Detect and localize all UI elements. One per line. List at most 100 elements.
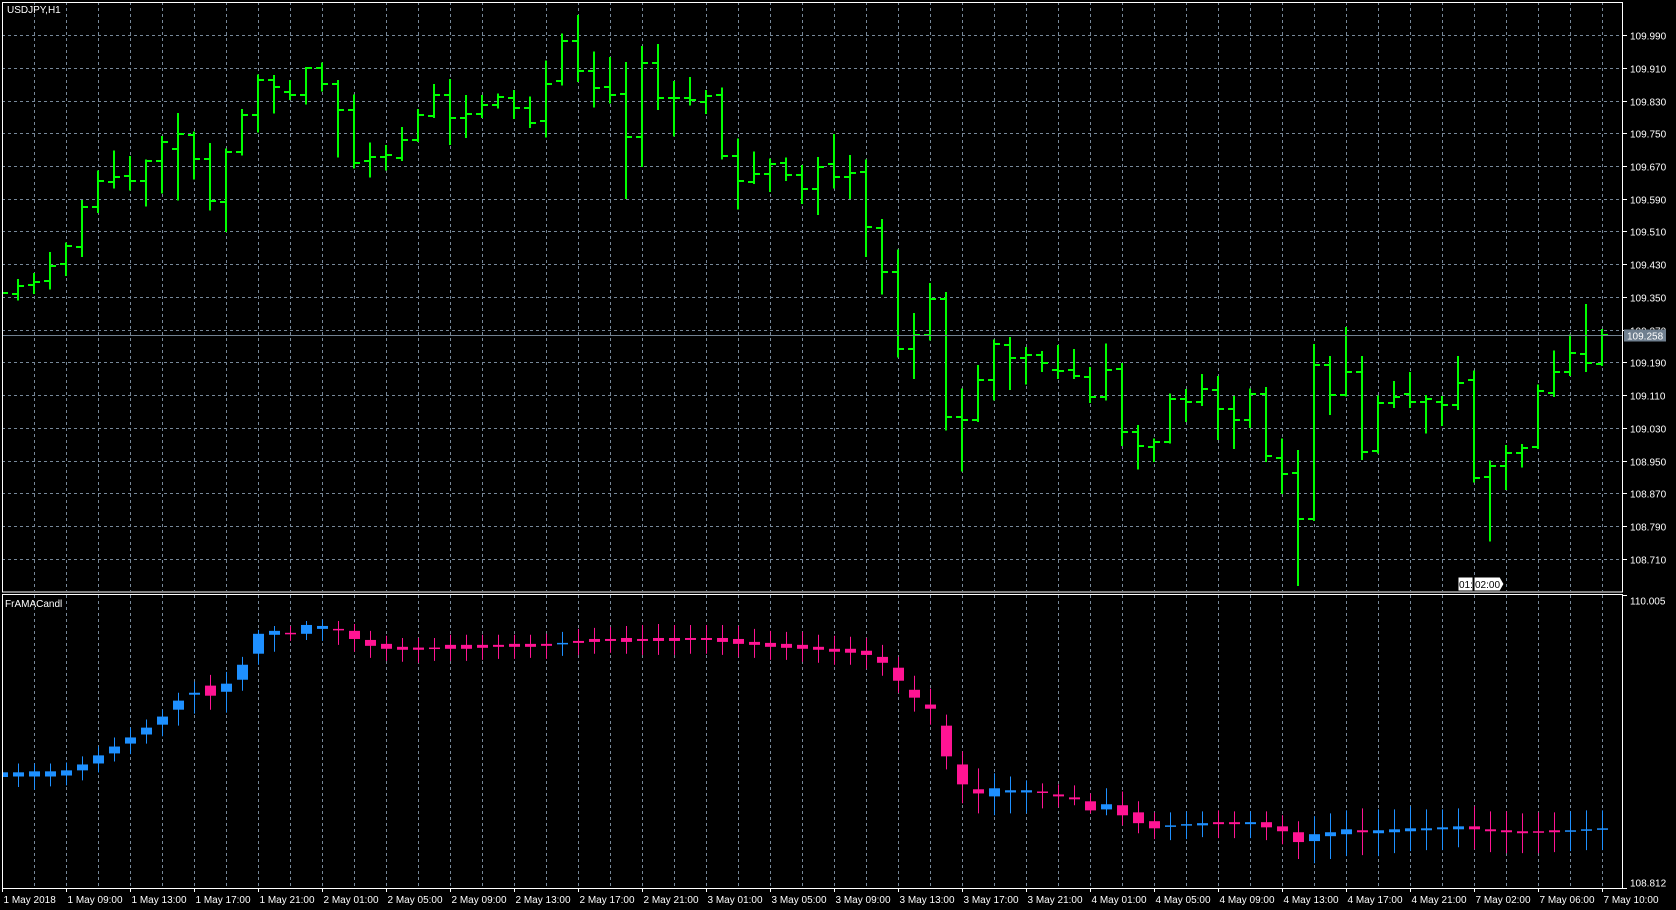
candle-up: [1597, 810, 1608, 851]
candle-up: [109, 737, 120, 762]
candle-body: [1341, 829, 1352, 835]
candle-body: [1085, 801, 1096, 811]
candle-up: [45, 763, 56, 787]
price-axis-label: 108.950: [1630, 458, 1667, 469]
ohlc-bar: [268, 75, 280, 114]
candle-body: [1501, 830, 1512, 833]
candle-body: [1197, 823, 1208, 826]
candle-body: [221, 683, 232, 692]
candle-down: [717, 624, 728, 655]
candle-down: [573, 628, 584, 655]
price-axis-label: 109.350: [1630, 294, 1667, 305]
candle-up: [1373, 809, 1384, 857]
candle-up: [237, 656, 248, 691]
candle-up: [1405, 806, 1416, 852]
candle-body: [125, 737, 136, 744]
ohlc-bar: [332, 79, 344, 158]
candle-down: [1229, 811, 1240, 839]
ohlc-bar: [908, 313, 920, 379]
indicator-panel-frame[interactable]: [2, 594, 1623, 889]
ohlc-bar: [108, 150, 120, 189]
ohlc-bar: [604, 57, 616, 104]
candle-body: [1101, 804, 1112, 810]
candle-down: [701, 624, 712, 654]
candle-down: [349, 623, 360, 652]
candle-body: [93, 755, 104, 764]
ohlc-bar: [940, 292, 952, 431]
candle-down: [445, 634, 456, 661]
candle-up: [1389, 809, 1400, 854]
ohlc-bar: [300, 66, 312, 105]
time-axis-label: 3 May 01:00: [708, 895, 763, 906]
candle-body: [397, 646, 408, 650]
candle-body: [717, 637, 728, 642]
current-price-badge: 109.258: [1624, 329, 1666, 343]
ohlc-bar: [1148, 438, 1160, 462]
candle-down: [781, 631, 792, 660]
ohlc-bar: [540, 60, 552, 138]
time-axis-label: 4 May 01:00: [1092, 895, 1147, 906]
candle-body: [173, 700, 184, 710]
candle-down: [861, 637, 872, 669]
ohlc-bar: [412, 108, 424, 143]
candle-down: [1469, 806, 1480, 850]
candle-down: [381, 635, 392, 661]
candle-body: [1293, 832, 1304, 843]
candle-body: [253, 633, 264, 654]
candle-body: [509, 643, 520, 647]
candle-down: [1261, 811, 1272, 841]
candle-down: [813, 634, 824, 663]
candle-up: [1005, 776, 1016, 814]
ohlc-bar: [796, 165, 808, 204]
candle-body: [301, 624, 312, 634]
candle-down: [1501, 811, 1512, 854]
price-axis-label: 109.110: [1630, 392, 1666, 403]
ohlc-bar: [1276, 438, 1288, 494]
indicator-axis-label: 110.005: [1630, 597, 1666, 608]
time-axis-label: 1 May 2018: [4, 895, 57, 906]
candle-up: [61, 762, 72, 786]
time-axis-label: 1 May 13:00: [132, 895, 187, 906]
ohlc-bar: [1260, 387, 1272, 462]
ohlc-bar: [284, 79, 296, 100]
candle-down: [429, 637, 440, 661]
ohlc-bar: [860, 159, 872, 258]
ohlc-bar: [1452, 356, 1464, 410]
candle-body: [1005, 790, 1016, 793]
ohlc-bar: [1212, 376, 1224, 440]
ohlc-bar: [1004, 337, 1016, 390]
candle-down: [1053, 784, 1064, 808]
price-axis-label: 109.750: [1630, 130, 1667, 141]
candle-body: [1549, 830, 1560, 833]
candle-up: [189, 681, 200, 714]
candle-up: [1325, 813, 1336, 860]
candle-body: [1213, 822, 1224, 825]
ohlc-bar: [1580, 304, 1592, 372]
candle-body: [1021, 790, 1032, 793]
candle-body: [1565, 830, 1576, 832]
candle-down: [1293, 821, 1304, 860]
candle-body: [1405, 828, 1416, 832]
period-separator-flags: 01: 02:00: [1457, 576, 1505, 592]
price-axis-label: 108.870: [1630, 490, 1667, 501]
candle-down: [1069, 785, 1080, 806]
ohlc-bar: [1596, 329, 1608, 366]
candle-down: [589, 627, 600, 654]
candle-up: [1581, 810, 1592, 851]
candle-body: [1165, 825, 1176, 827]
candle-down: [397, 637, 408, 662]
ohlc-bar: [3, 292, 8, 294]
chart-window[interactable]: 109.990 109.910 109.830 109.750 109.670 109.5…: [0, 0, 1676, 910]
time-axis-label: 3 May 17:00: [964, 895, 1019, 906]
ohlc-bar: [1564, 334, 1576, 377]
candle-body: [877, 656, 888, 663]
candle-up: [1421, 809, 1432, 851]
price-axis-label: 108.790: [1630, 523, 1667, 534]
candle-down: [205, 674, 216, 710]
grid: [2, 2, 1623, 888]
candle-body: [141, 727, 152, 735]
time-axis-label: 7 May 10:00: [1604, 895, 1659, 906]
ohlc-bar: [124, 156, 136, 191]
candle-up: [1101, 788, 1112, 816]
candle-up: [141, 719, 152, 744]
